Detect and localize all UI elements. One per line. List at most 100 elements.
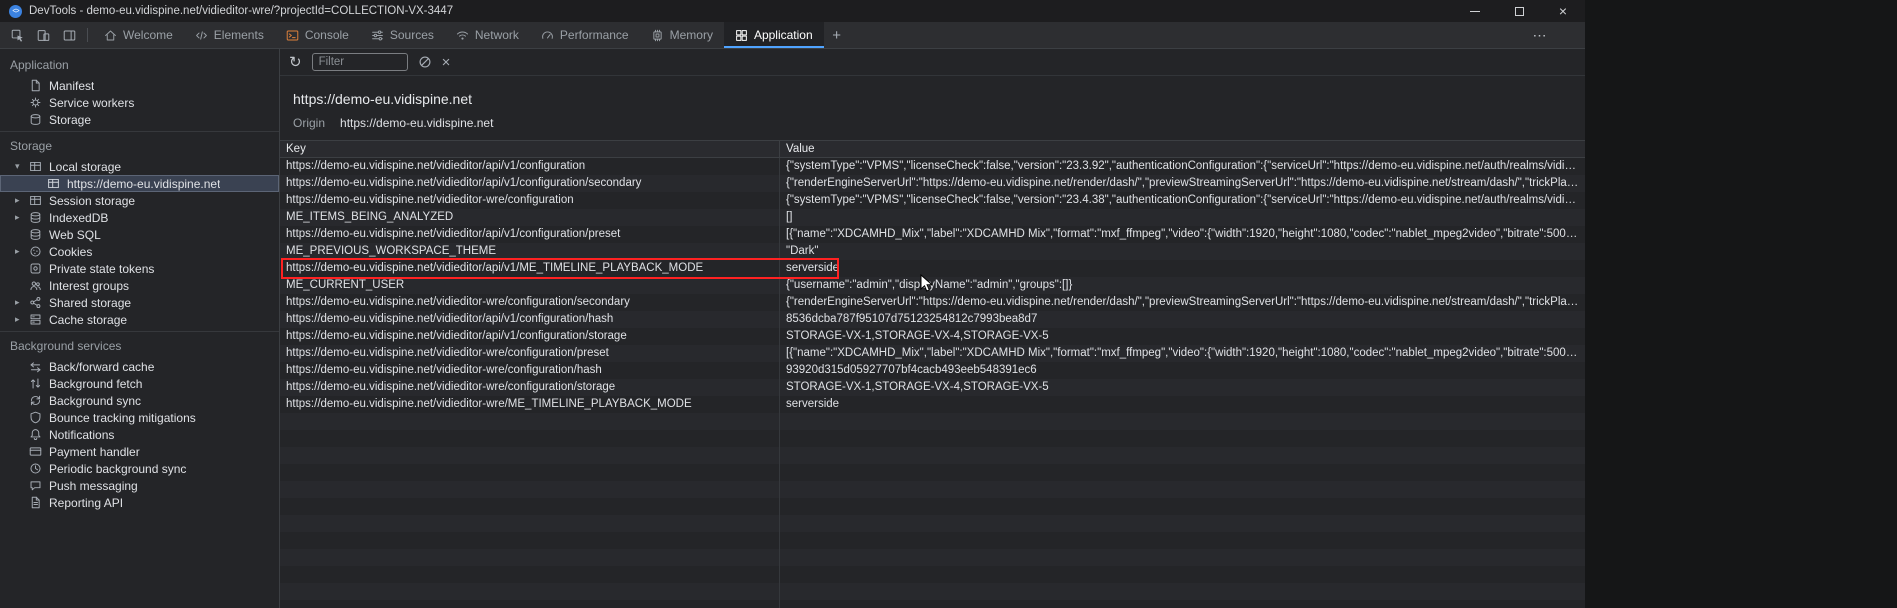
sidebar-item-notifications[interactable]: Notifications [0,426,279,443]
row-value: serverside [780,396,1585,413]
sidebar-item-session-storage[interactable]: ▸ Session storage [0,192,279,209]
table-row[interactable]: https://demo-eu.vidispine.net/vidieditor… [280,379,1585,396]
group-icon [28,278,43,293]
tab-performance[interactable]: Performance [530,22,640,48]
title-bar: <> DevTools - demo-eu.vidispine.net/vidi… [0,0,1585,22]
tab-network[interactable]: Network [445,22,530,48]
backforward-icon [28,359,43,374]
origin-value: https://demo-eu.vidispine.net [340,116,493,130]
tab-welcome[interactable]: Welcome [93,22,184,48]
sidebar-item-https-demo-eu-vidispine-net[interactable]: https://demo-eu.vidispine.net [0,175,279,192]
sidebar-item-service-workers[interactable]: Service workers [0,94,279,111]
row-value: 8536dcba787f95107d75123254812c7993bea8d7 [780,311,1585,328]
row-value: STORAGE-VX-1,STORAGE-VX-4,STORAGE-VX-5 [780,379,1585,396]
focus-mode-button[interactable] [56,22,82,48]
column-header-key[interactable]: Key [280,141,780,157]
application-panel: Application Manifest Service workers Sto… [0,49,1585,608]
column-header-value[interactable]: Value [780,141,1585,157]
table-row[interactable]: https://demo-eu.vidispine.net/vidieditor… [280,362,1585,379]
sidebar-item-payment-handler[interactable]: Payment handler [0,443,279,460]
sidebar-item-background-fetch[interactable]: Background fetch [0,375,279,392]
sidebar-item-interest-groups[interactable]: Interest groups [0,277,279,294]
expander-arrow-icon: ▸ [15,212,28,223]
table-row[interactable]: https://demo-eu.vidispine.net/vidieditor… [280,226,1585,243]
service-worker-icon [28,95,43,110]
bell-icon [28,427,43,442]
row-key: ME_CURRENT_USER [280,277,780,294]
row-key: https://demo-eu.vidispine.net/vidieditor… [280,158,780,175]
table-row[interactable]: ME_PREVIOUS_WORKSPACE_THEME "Dark" [280,243,1585,260]
maximize-button[interactable] [1497,0,1541,22]
devtools-logo-icon: <> [9,5,22,18]
row-key: https://demo-eu.vidispine.net/vidieditor… [280,379,780,396]
clear-all-button[interactable] [418,55,432,69]
tab-memory[interactable]: Memory [640,22,724,48]
table-icon [28,159,43,174]
table-row[interactable]: https://demo-eu.vidispine.net/vidieditor… [280,192,1585,209]
table-row[interactable]: ME_ITEMS_BEING_ANALYZED [] [280,209,1585,226]
sidebar-item-background-sync[interactable]: Background sync [0,392,279,409]
network-icon [456,29,469,42]
sidebar-item-cookies[interactable]: ▸ Cookies [0,243,279,260]
sidebar-item-cache-storage[interactable]: ▸ Cache storage [0,311,279,328]
window-title: DevTools - demo-eu.vidispine.net/vidiedi… [29,5,453,17]
sidebar-item-storage[interactable]: Storage [0,111,279,128]
row-key: https://demo-eu.vidispine.net/vidieditor… [280,396,780,413]
tab-console[interactable]: Console [275,22,360,48]
filter-input[interactable] [312,53,408,71]
sidebar-item-periodic-background-sync[interactable]: Periodic background sync [0,460,279,477]
table-row[interactable]: https://demo-eu.vidispine.net/vidieditor… [280,396,1585,413]
clock-icon [28,461,43,476]
storage-icon [28,112,43,127]
block-icon [418,55,432,69]
close-button[interactable]: × [1541,0,1585,22]
table-row[interactable]: https://demo-eu.vidispine.net/vidieditor… [280,158,1585,175]
sidebar-item-back-forward-cache[interactable]: Back/forward cache [0,358,279,375]
minimize-button[interactable] [1453,0,1497,22]
tab-elements[interactable]: Elements [184,22,275,48]
row-key: ME_PREVIOUS_WORKSPACE_THEME [280,243,780,260]
more-tabs-button[interactable]: + [824,22,850,48]
table-icon [28,193,43,208]
inspect-button[interactable] [4,22,30,48]
inspect-icon [11,29,24,42]
sidebar-item-push-messaging[interactable]: Push messaging [0,477,279,494]
sidebar-item-bounce-tracking-mitigations[interactable]: Bounce tracking mitigations [0,409,279,426]
devtools-tabbar: Welcome Elements Console Sources Network… [0,22,1585,49]
sidebar-item-reporting-api[interactable]: Reporting API [0,494,279,511]
sidebar-item-shared-storage[interactable]: ▸ Shared storage [0,294,279,311]
tab-application[interactable]: Application [724,22,824,48]
sync-icon [28,393,43,408]
device-emulation-button[interactable] [30,22,56,48]
delete-selected-button[interactable]: × [442,54,451,71]
sidebar-section-storage: Storage ▾ Local storage https://demo-eu.… [0,131,279,328]
manifest-icon [28,78,43,93]
devtools-menu-button[interactable]: ⋯ [1527,22,1553,48]
table-row[interactable]: ME_CURRENT_USER {"username":"admin","dis… [280,277,1585,294]
maximize-icon [1515,7,1524,16]
row-value: {"username":"admin","displayName":"admin… [780,277,1585,294]
refresh-button[interactable]: ↻ [289,53,302,71]
table-row[interactable]: https://demo-eu.vidispine.net/vidieditor… [280,294,1585,311]
row-key: https://demo-eu.vidispine.net/vidieditor… [280,362,780,379]
sidebar-item-web-sql[interactable]: Web SQL [0,226,279,243]
table-row[interactable]: https://demo-eu.vidispine.net/vidieditor… [280,328,1585,345]
row-key: https://demo-eu.vidispine.net/vidieditor… [280,328,780,345]
tab-sources[interactable]: Sources [360,22,445,48]
window-controls: × [1453,0,1585,22]
section-title: Application [0,51,279,77]
row-value: "Dark" [780,243,1585,260]
table-row[interactable]: https://demo-eu.vidispine.net/vidieditor… [280,260,1585,277]
application-sidebar: Application Manifest Service workers Sto… [0,49,280,608]
table-row[interactable]: https://demo-eu.vidispine.net/vidieditor… [280,345,1585,362]
sidebar-item-manifest[interactable]: Manifest [0,77,279,94]
table-row[interactable]: https://demo-eu.vidispine.net/vidieditor… [280,175,1585,192]
sidebar-item-indexeddb[interactable]: ▸ IndexedDB [0,209,279,226]
row-key: https://demo-eu.vidispine.net/vidieditor… [280,192,780,209]
sidebar-item-local-storage[interactable]: ▾ Local storage [0,158,279,175]
grid-header: Key Value [280,140,1585,158]
storage-toolbar: ↻ × [280,49,1585,76]
table-row[interactable]: https://demo-eu.vidispine.net/vidieditor… [280,311,1585,328]
sidebar-item-private-state-tokens[interactable]: Private state tokens [0,260,279,277]
row-key: https://demo-eu.vidispine.net/vidieditor… [280,175,780,192]
